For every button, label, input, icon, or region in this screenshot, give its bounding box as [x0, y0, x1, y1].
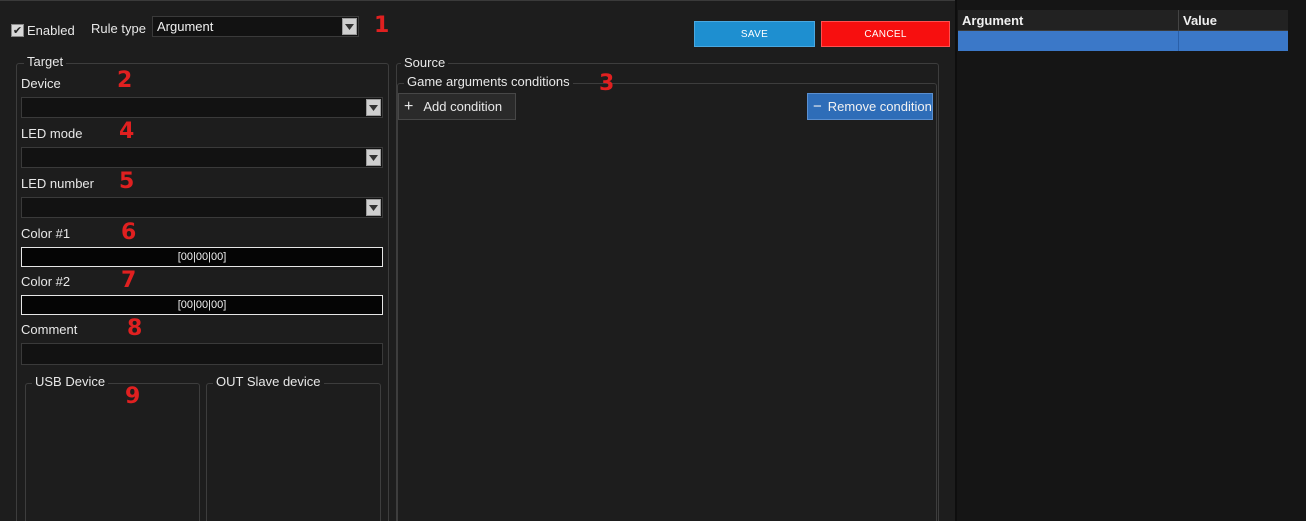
- led-mode-label: LED mode: [21, 126, 83, 141]
- add-condition-button[interactable]: + Add condition: [398, 93, 516, 120]
- annotation-3: 3: [599, 71, 615, 96]
- row-divider: [1178, 31, 1179, 51]
- add-condition-label: Add condition: [423, 99, 503, 114]
- device-select[interactable]: [21, 97, 383, 118]
- column-header-value[interactable]: Value: [1179, 10, 1288, 31]
- annotation-8: 8: [127, 316, 143, 341]
- rule-type-label: Rule type: [91, 21, 146, 36]
- annotation-5: 5: [119, 169, 135, 194]
- led-number-select[interactable]: [21, 197, 383, 218]
- color1-field[interactable]: [00|00|00]: [21, 247, 383, 267]
- column-header-argument[interactable]: Argument: [958, 10, 1178, 31]
- table-row[interactable]: [958, 31, 1288, 51]
- save-button[interactable]: SAVE: [694, 21, 815, 47]
- annotation-7: 7: [121, 268, 137, 293]
- led-mode-select[interactable]: [21, 147, 383, 168]
- remove-condition-button[interactable]: − Remove condition: [807, 93, 933, 120]
- arguments-table-header: Argument Value: [958, 10, 1288, 31]
- annotation-9: 9: [125, 384, 141, 409]
- out-slave-title: OUT Slave device: [213, 374, 324, 389]
- target-title: Target: [24, 54, 67, 69]
- out-slave-group: [206, 383, 381, 521]
- chevron-down-icon[interactable]: [366, 199, 381, 216]
- cancel-button[interactable]: CANCEL: [821, 21, 950, 47]
- color2-field[interactable]: [00|00|00]: [21, 295, 383, 315]
- conditions-title: Game arguments conditions: [404, 74, 573, 89]
- rule-type-value: Argument: [157, 19, 214, 34]
- annotation-4: 4: [119, 119, 135, 144]
- enabled-label: Enabled: [27, 23, 75, 38]
- arguments-table-panel: [955, 0, 1306, 521]
- chevron-down-icon[interactable]: [342, 18, 357, 35]
- annotation-2: 2: [117, 68, 133, 93]
- plus-icon: +: [404, 97, 414, 115]
- minus-icon: −: [813, 98, 822, 115]
- usb-device-group: [25, 383, 200, 521]
- device-label: Device: [21, 76, 61, 91]
- usb-device-title: USB Device: [32, 374, 109, 389]
- enabled-checkbox[interactable]: ✔: [11, 24, 24, 37]
- annotation-1: 1: [374, 13, 390, 38]
- comment-label: Comment: [21, 322, 78, 337]
- comment-input[interactable]: [21, 343, 383, 365]
- color2-label: Color #2: [21, 274, 71, 289]
- annotation-6: 6: [121, 220, 137, 245]
- color1-label: Color #1: [21, 226, 71, 241]
- led-number-label: LED number: [21, 176, 94, 191]
- chevron-down-icon[interactable]: [366, 149, 381, 166]
- source-title: Source: [401, 55, 449, 70]
- conditions-group: [397, 83, 937, 521]
- checkmark-icon: ✔: [12, 24, 23, 37]
- rule-type-select[interactable]: Argument: [152, 16, 359, 37]
- chevron-down-icon[interactable]: [366, 99, 381, 116]
- remove-condition-label: Remove condition: [827, 99, 932, 114]
